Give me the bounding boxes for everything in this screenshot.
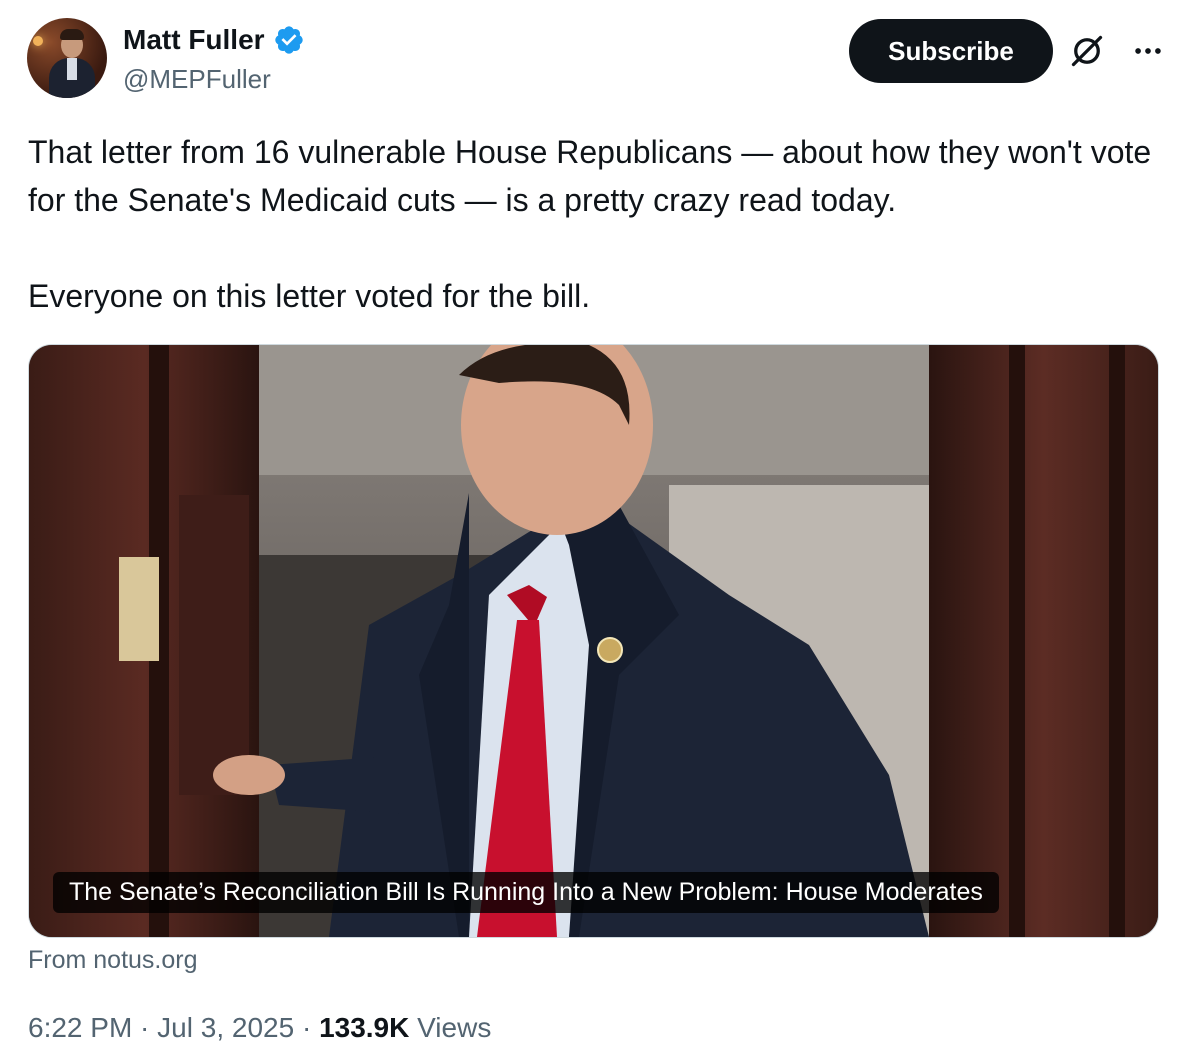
grok-icon[interactable] (1069, 33, 1105, 69)
avatar-shirt (67, 58, 77, 80)
tweet-text: That letter from 16 vulnerable House Rep… (28, 128, 1158, 320)
avatar-hair (60, 29, 84, 40)
more-icon[interactable] (1131, 34, 1165, 68)
tweet-paragraph-2: Everyone on this letter voted for the bi… (28, 278, 591, 314)
link-card[interactable]: The Senate’s Reconciliation Bill Is Runn… (28, 344, 1159, 938)
tweet-time[interactable]: 6:22 PM (28, 1012, 132, 1043)
card-image (29, 345, 1158, 937)
tweet-header: Matt Fuller @MEPFuller Subscribe (27, 18, 1165, 100)
author-name-row[interactable]: Matt Fuller (123, 24, 305, 56)
subscribe-button[interactable]: Subscribe (849, 19, 1053, 83)
avatar[interactable] (27, 18, 107, 98)
tweet-meta: 6:22 PM · Jul 3, 2025 · 133.9K Views (28, 1012, 491, 1044)
author-handle[interactable]: @MEPFuller (123, 64, 271, 95)
views-count: 133.9K (319, 1012, 410, 1043)
meta-separator: · (132, 1012, 158, 1043)
views-label: Views (417, 1012, 492, 1043)
card-headline[interactable]: The Senate’s Reconciliation Bill Is Runn… (53, 872, 999, 913)
meta-separator: · (294, 1012, 320, 1043)
tweet-paragraph-1: That letter from 16 vulnerable House Rep… (28, 134, 1152, 218)
author-name[interactable]: Matt Fuller (123, 24, 265, 56)
card-source[interactable]: From notus.org (28, 946, 198, 975)
verified-badge-icon (274, 26, 303, 54)
tweet-date[interactable]: Jul 3, 2025 (157, 1012, 294, 1043)
avatar-lamp (33, 36, 43, 46)
